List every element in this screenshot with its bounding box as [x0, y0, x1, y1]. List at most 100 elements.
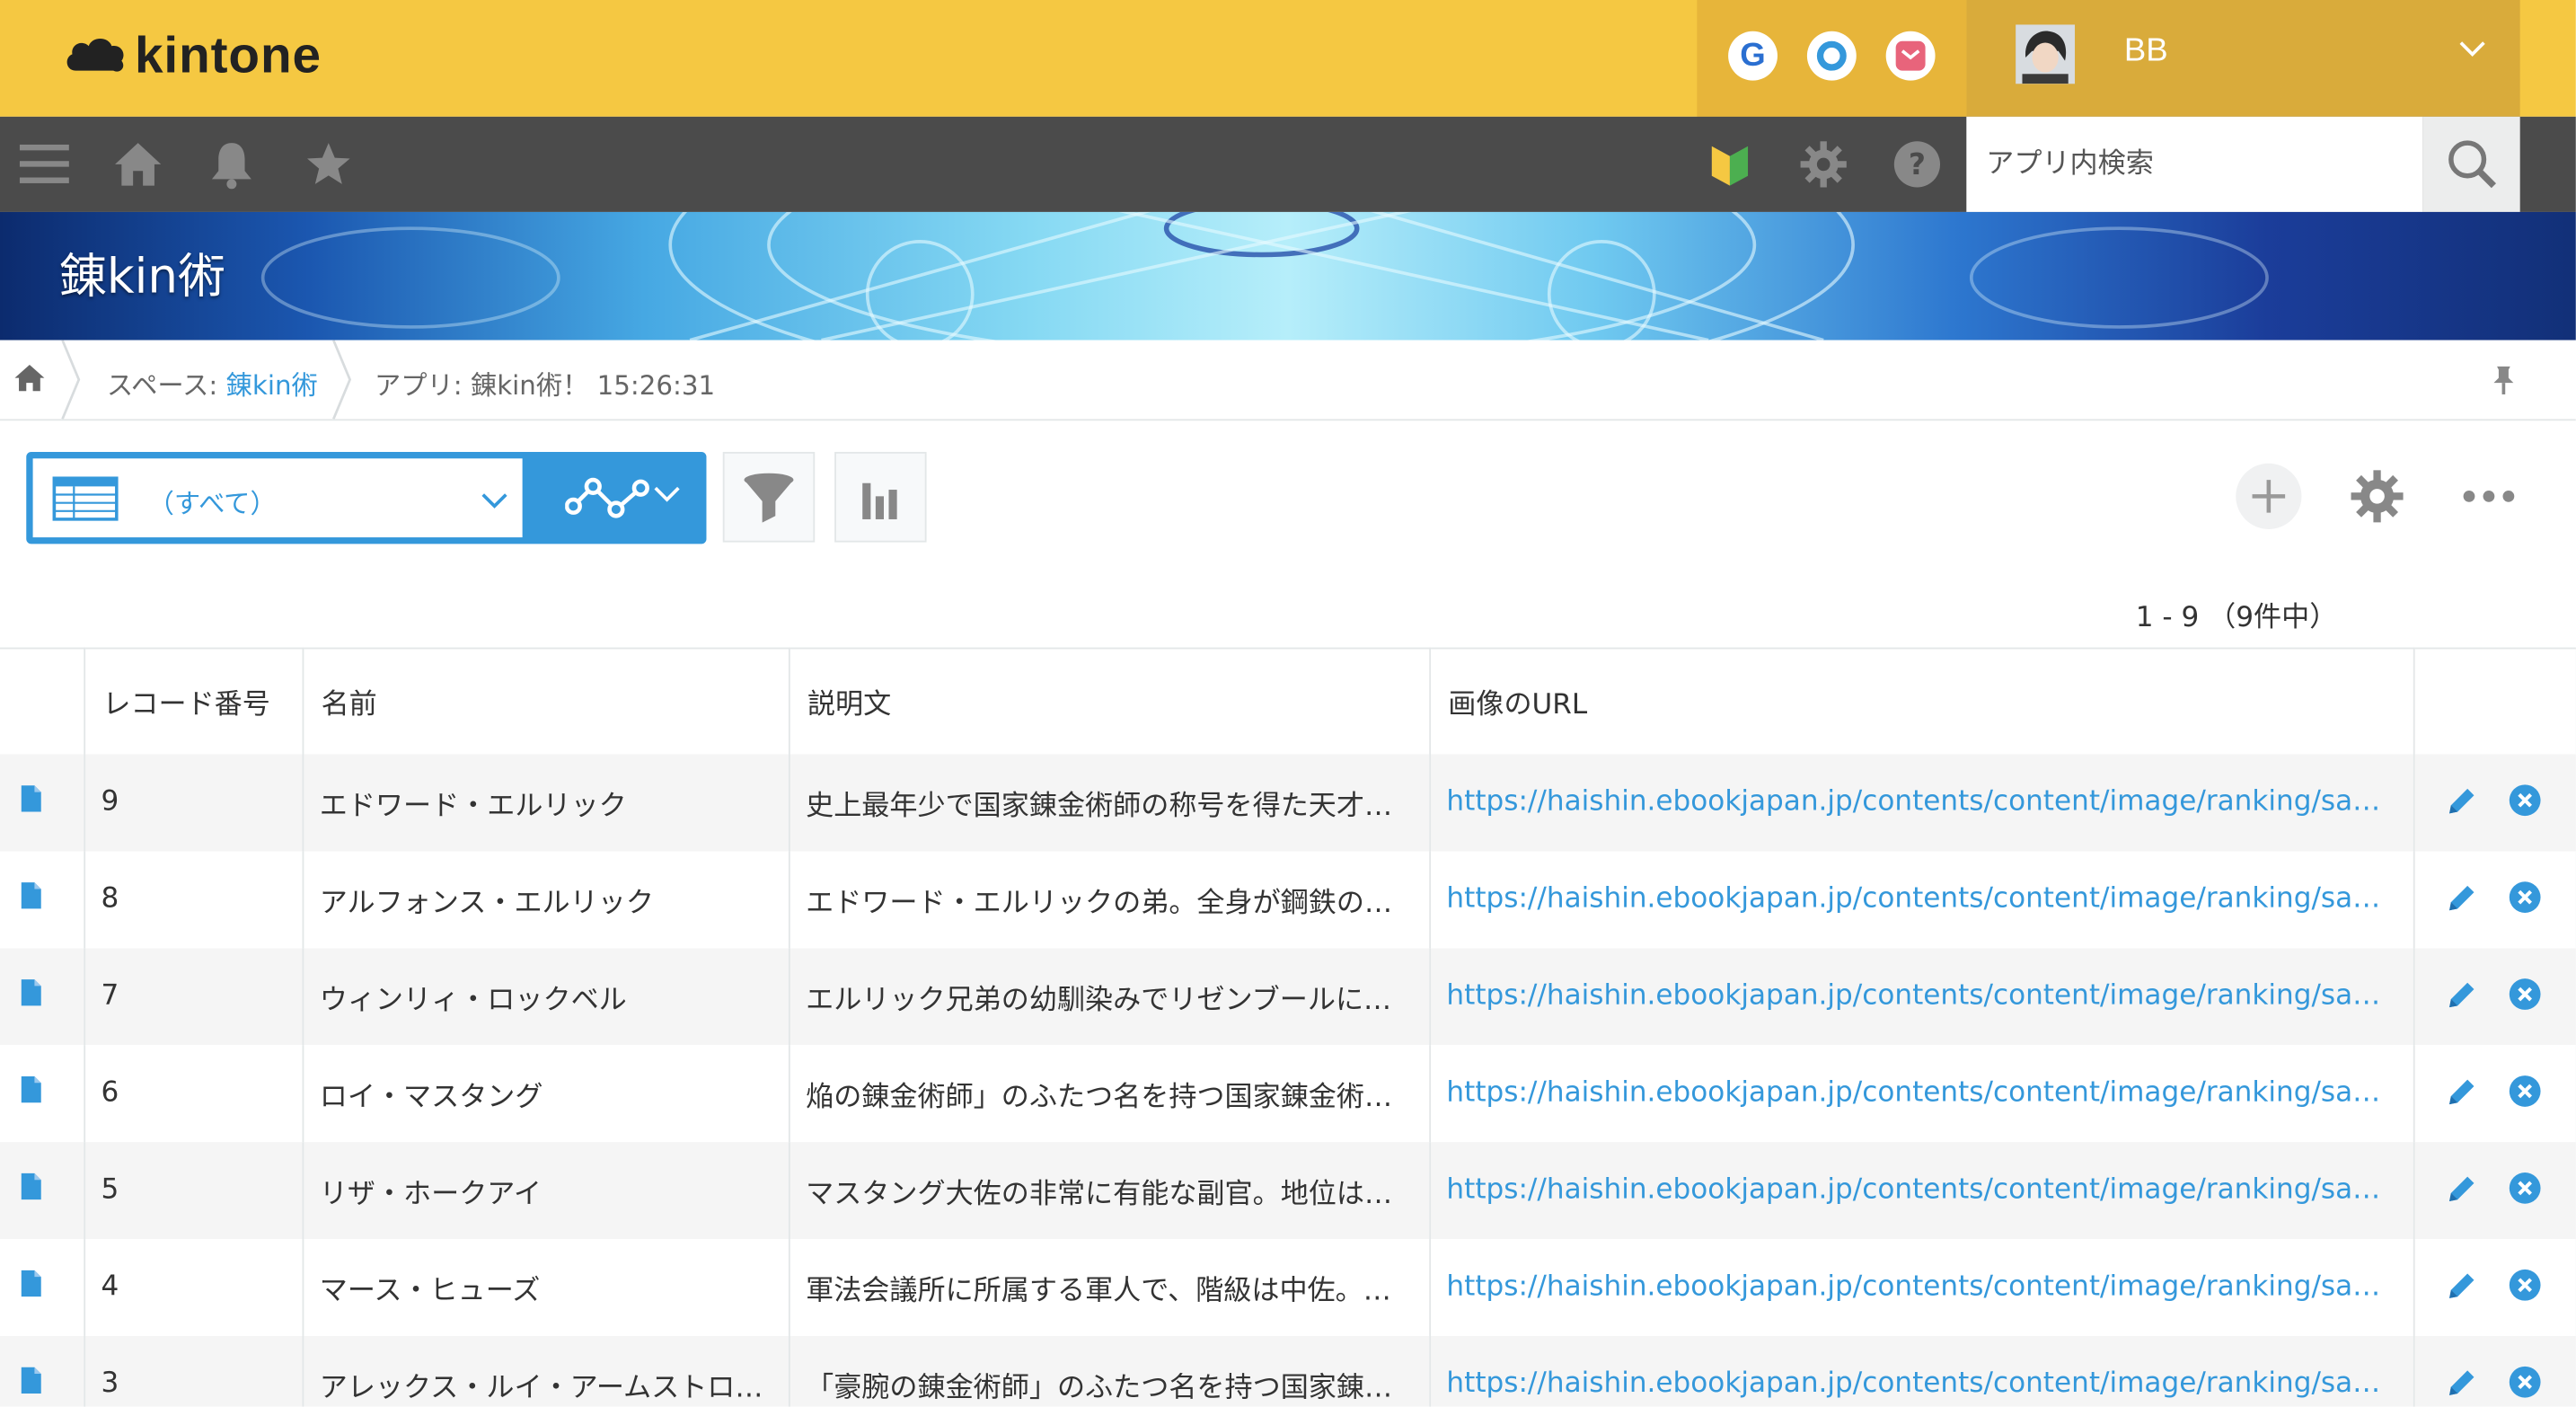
edit-pencil-icon[interactable]	[2444, 1172, 2477, 1206]
graph-button[interactable]	[834, 451, 927, 543]
mail-icon[interactable]	[1885, 31, 1936, 81]
home-icon[interactable]	[13, 363, 47, 393]
record-detail-cell[interactable]	[0, 1335, 85, 1407]
table-view-icon	[52, 476, 119, 521]
search-icon	[2448, 140, 2496, 189]
record-detail-cell[interactable]	[0, 1238, 85, 1336]
pin-icon[interactable]	[2489, 363, 2519, 396]
kintone-logo[interactable]: kintone	[63, 23, 322, 89]
image-url-link[interactable]: https://haishin.ebookjapan.jp/contents/c…	[1429, 850, 2414, 948]
document-icon[interactable]	[20, 1365, 43, 1394]
table-row: 7 ウィンリィ・ロックベル エルリック兄弟の幼馴染みでリゼンブールに… https:/…	[0, 947, 2576, 1045]
record-list-table: レコード番号 名前 説明文 画像のURL 9 エドワード・エルリック 史上最年少で国…	[0, 647, 2576, 1407]
header-app-icons: G	[1697, 0, 1967, 117]
edit-pencil-icon[interactable]	[2444, 1367, 2477, 1400]
record-detail-cell[interactable]	[0, 947, 85, 1045]
document-icon[interactable]	[20, 977, 43, 1006]
image-url-link[interactable]: https://haishin.ebookjapan.jp/contents/c…	[1429, 1141, 2414, 1239]
edit-pencil-icon[interactable]	[2444, 881, 2477, 915]
record-number-cell: 8	[84, 850, 304, 948]
app-settings-gear-icon[interactable]	[2349, 468, 2404, 524]
image-url-link[interactable]: https://haishin.ebookjapan.jp/contents/c…	[1429, 1044, 2414, 1142]
image-url-link[interactable]: https://haishin.ebookjapan.jp/contents/c…	[1429, 1335, 2414, 1407]
pagination-info: 1 - 9 （9件中）	[2135, 601, 2338, 634]
graph-view-icon[interactable]	[565, 473, 650, 523]
view-selector: （すべて）	[26, 451, 707, 544]
logo-text: kintone	[134, 26, 322, 84]
user-menu[interactable]: BB	[1966, 0, 2520, 117]
name-cell: リザ・ホークアイ	[302, 1141, 790, 1239]
filter-icon	[744, 472, 794, 522]
image-url-link[interactable]: https://haishin.ebookjapan.jp/contents/c…	[1429, 947, 2414, 1045]
column-header-name[interactable]: 名前	[302, 647, 790, 754]
column-header-record-number[interactable]: レコード番号	[84, 647, 304, 754]
bell-icon[interactable]	[207, 139, 256, 190]
table-row: 8 アルフォンス・エルリック エドワード・エルリックの弟。全身が鋼鉄の… https:…	[0, 850, 2576, 948]
hamburger-menu-icon[interactable]	[16, 139, 72, 189]
garoon-g-icon[interactable]: G	[1728, 31, 1778, 81]
delete-x-icon[interactable]	[2508, 783, 2541, 817]
breadcrumb-space: スペース: 錬kin術	[107, 363, 318, 403]
breadcrumb-space-link[interactable]: 錬kin術	[226, 370, 318, 402]
view-dropdown[interactable]: （すべて）	[32, 458, 523, 538]
record-number-cell: 6	[84, 1044, 304, 1142]
record-detail-cell[interactable]	[0, 1044, 85, 1142]
chevron-down-icon[interactable]	[652, 485, 682, 505]
row-actions-cell	[2413, 1238, 2576, 1336]
svg-text:?: ?	[1909, 146, 1926, 181]
help-icon[interactable]: ?	[1892, 139, 1942, 189]
app-search-input[interactable]	[1982, 116, 2417, 212]
office-o-icon[interactable]	[1806, 31, 1857, 81]
chevron-down-icon	[481, 493, 507, 509]
add-record-button[interactable]	[2236, 463, 2302, 529]
star-icon[interactable]	[304, 139, 353, 189]
record-number-cell: 4	[84, 1238, 304, 1336]
app-search-box	[1966, 116, 2423, 212]
delete-x-icon[interactable]	[2508, 1268, 2541, 1301]
name-cell: エドワード・エルリック	[302, 753, 790, 851]
home-icon[interactable]	[111, 139, 164, 189]
delete-x-icon[interactable]	[2508, 880, 2541, 913]
record-detail-cell[interactable]	[0, 850, 85, 948]
record-detail-cell[interactable]	[0, 1141, 85, 1239]
row-actions-cell	[2413, 753, 2576, 851]
record-detail-cell[interactable]	[0, 753, 85, 851]
delete-x-icon[interactable]	[2508, 1171, 2541, 1204]
delete-x-icon[interactable]	[2508, 977, 2541, 1010]
description-cell: エドワード・エルリックの弟。全身が鋼鉄の…	[788, 850, 1431, 948]
document-icon[interactable]	[20, 783, 43, 813]
document-icon[interactable]	[20, 1074, 43, 1103]
name-cell: ロイ・マスタング	[302, 1044, 790, 1142]
delete-x-icon[interactable]	[2508, 1074, 2541, 1107]
avatar	[2016, 24, 2076, 84]
table-row: 4 マース・ヒューズ 軍法会議所に所属する軍人で、階級は中佐。… https://ha…	[0, 1238, 2576, 1336]
search-button[interactable]	[2422, 116, 2520, 212]
filter-button[interactable]	[722, 451, 816, 543]
column-header-description[interactable]: 説明文	[788, 647, 1431, 754]
document-icon[interactable]	[20, 880, 43, 909]
beginner-mark-icon[interactable]	[1708, 139, 1751, 189]
gear-icon[interactable]	[1799, 139, 1848, 189]
edit-pencil-icon[interactable]	[2444, 1270, 2477, 1303]
breadcrumb-separator	[332, 340, 352, 420]
space-title: 錬kin術	[58, 248, 226, 305]
more-options-icon[interactable]	[2461, 480, 2517, 513]
delete-x-icon[interactable]	[2508, 1365, 2541, 1398]
image-url-link[interactable]: https://haishin.ebookjapan.jp/contents/c…	[1429, 1238, 2414, 1336]
description-cell: 軍法会議所に所属する軍人で、階級は中佐。…	[788, 1238, 1431, 1336]
row-actions-cell	[2413, 850, 2576, 948]
row-actions-cell	[2413, 1141, 2576, 1239]
name-cell: アレックス・ルイ・アームストロ…	[302, 1335, 790, 1407]
name-cell: アルフォンス・エルリック	[302, 850, 790, 948]
edit-pencil-icon[interactable]	[2444, 1075, 2477, 1109]
plus-icon	[2252, 480, 2286, 513]
edit-pencil-icon[interactable]	[2444, 784, 2477, 818]
edit-pencil-icon[interactable]	[2444, 978, 2477, 1012]
document-icon[interactable]	[20, 1268, 43, 1297]
column-header-image-url[interactable]: 画像のURL	[1429, 647, 2414, 754]
header-icon-col	[0, 647, 85, 754]
kintone-app-window: kintone G BB ? アプリ内検索 錬kin術 スペース: 錬kin術 …	[0, 0, 2576, 1407]
document-icon[interactable]	[20, 1171, 43, 1200]
table-row: 3 アレックス・ルイ・アームストロ… 「豪腕の錬金術師」のふたつ名を持つ国家錬… ht…	[0, 1335, 2576, 1407]
image-url-link[interactable]: https://haishin.ebookjapan.jp/contents/c…	[1429, 753, 2414, 851]
